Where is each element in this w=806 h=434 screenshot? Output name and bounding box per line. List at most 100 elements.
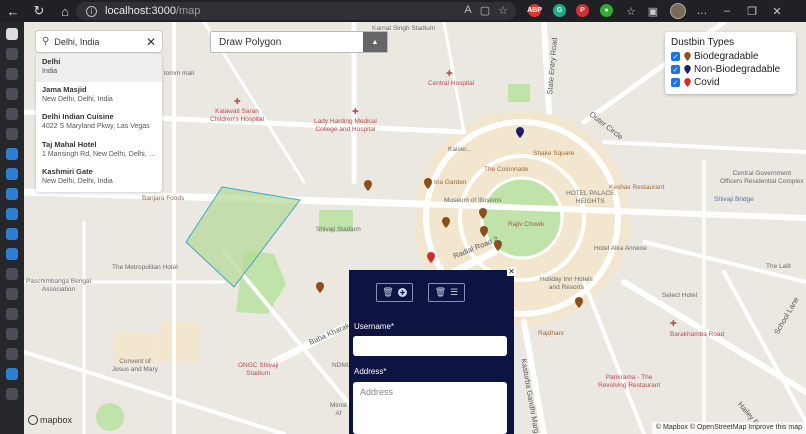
map-label-kaiser: Kaiser... [448,146,472,153]
map-label-tomm: tomm mall [164,70,194,77]
hospital-icon: ✚ [670,319,677,328]
sidebar-active-icon[interactable] [6,368,18,380]
reload-icon[interactable]: ↻ [26,0,52,22]
legend-item-non-biodegradable[interactable]: ✓ Non-Biodegradable [671,63,790,76]
delete-list-button[interactable]: 🗑 ☰ [428,283,465,302]
map-label-central-gov: Central Government Officers Residential … [720,170,804,185]
draw-mode-label: Draw Polygon [219,36,282,48]
search-suggestions: Delhi India Jama Masjid New Delhi, Delhi… [36,54,162,192]
username-label: Username* [354,322,395,331]
hospital-icon: ✚ [446,69,453,78]
extension-adblock-icon[interactable]: ABP [527,4,542,17]
location-search[interactable]: ⚲ Delhi, India ✕ [36,31,162,52]
delete-add-button[interactable]: 🗑 [376,283,413,302]
map-label-palace: HOTEL PALACE HEIGHTS [566,190,615,205]
map-label-holiday-inn: Holiday Inn Hotels and Resorts [540,276,593,291]
collections-icon[interactable]: ▣ [646,4,660,18]
minimize-icon[interactable]: – [720,4,734,18]
map-label-shivaji-bridge: Shivaji Bridge [714,196,754,203]
app-icon[interactable]: ▢ [480,4,490,17]
dustbin-legend: Dustbin Types ✓ Biodegradable ✓ Non-Biod… [665,32,796,94]
sidebar-file-icon[interactable] [6,308,18,320]
sidebar-app-icon[interactable] [6,188,18,200]
sidebar-tabs-icon[interactable] [6,28,18,40]
profile-avatar[interactable] [670,3,686,19]
suggestion-item[interactable]: Kashmiri Gate New Delhi, Delhi, India [36,164,162,192]
map-label-barakhamba: Barakhamba Road [670,331,725,338]
favorites-icon[interactable]: ☆ [624,4,638,18]
sidebar-app-icon[interactable] [6,248,18,260]
map-label-kalawati: Kalawati Saran Children's Hospital [210,108,264,123]
sidebar-app-icon[interactable] [6,88,18,100]
map-label-colonnade: The Colonnade [484,166,529,173]
mapbox-icon [28,415,38,425]
map-label-banjara: Banjara Foods [142,195,185,202]
extension-green-icon[interactable]: ● [600,4,613,17]
checkbox-checked[interactable]: ✓ [671,78,680,87]
info-icon[interactable]: i [86,5,97,17]
legend-title: Dustbin Types [671,37,735,48]
mapbox-logo[interactable]: mapbox [28,415,72,425]
map-label-rajdhani: Rajdhani [538,330,564,337]
map-label-convent: Convent of Jesus and Mary [112,358,158,373]
clear-icon[interactable]: ✕ [146,35,156,49]
more-icon[interactable]: … [695,4,709,18]
sidebar-app-icon[interactable] [6,268,18,280]
legend-item-biodegradable[interactable]: ✓ Biodegradable [671,50,790,63]
map-label-ongc: ONGC Shivaji Stadium [238,362,279,377]
legend-item-covid[interactable]: ✓ Covid [671,76,790,89]
close-icon[interactable]: ✕ [507,267,516,276]
read-aloud-icon[interactable]: A [464,4,471,17]
browser-sidebar [0,22,24,434]
restore-icon[interactable]: ❐ [745,4,759,18]
map-label-lady-harding: Lady Harding Medical College and Hospita… [314,118,377,133]
suggestion-item[interactable]: Taj Mahal Hotel 1 Mansingh Rd, New Delhi… [36,137,162,165]
sidebar-github-icon[interactable] [6,108,18,120]
extension-grammarly-icon[interactable]: G [553,4,566,17]
suggestion-item[interactable]: Delhi India [36,54,162,82]
sidebar-app-icon[interactable] [6,148,18,160]
map-label-metropolitan: The Metropolitan Hotel [112,264,178,271]
caret-up-icon[interactable]: ▲ [363,32,387,52]
map-label-central-hospital: Central Hospital [428,80,475,87]
sidebar-file-icon[interactable] [6,288,18,300]
sidebar-add-icon[interactable] [6,388,18,400]
hospital-icon: ✚ [234,97,241,106]
map-attribution[interactable]: © Mapbox © OpenStreetMap Improve this ma… [651,422,806,434]
sidebar-app-icon[interactable] [6,48,18,60]
browser-toolbar: ← ↻ ⌂ i localhost:3000/map A ▢ ☆ ABP G P ●… [0,0,806,22]
suggestion-item[interactable]: Jama Masjid New Delhi, Delhi, India [36,82,162,110]
map-label-shivaji-stadium: Shivaji Stadium [316,226,361,233]
draw-mode-select[interactable]: Draw Polygon ▲ [210,31,388,53]
username-input[interactable] [353,336,507,356]
url-path: /map [175,5,201,17]
address-input[interactable] [353,382,507,434]
sidebar-app-icon[interactable] [6,208,18,220]
address-bar[interactable]: i localhost:3000/map A ▢ ☆ [76,2,516,20]
map-label-hotel-alka: Hotel Alka Annexe [594,245,647,252]
favorite-icon[interactable]: ☆ [498,4,508,17]
back-icon[interactable]: ← [0,0,26,22]
sidebar-file-icon[interactable] [6,348,18,360]
sidebar-file-icon[interactable] [6,328,18,340]
address-label: Address* [354,367,387,376]
map-label-shake-square: Shake Square [533,150,575,157]
sidebar-app-icon[interactable] [6,168,18,180]
close-window-icon[interactable]: ✕ [770,4,784,18]
sidebar-app-icon[interactable] [6,228,18,240]
checkbox-checked[interactable]: ✓ [671,65,680,74]
hospital-icon: ✚ [352,107,359,116]
sidebar-app-icon[interactable] [6,128,18,140]
list-icon: ☰ [450,287,459,297]
extension-pinterest-icon[interactable]: P [576,4,589,17]
checkbox-checked[interactable]: ✓ [671,52,680,61]
sidebar-github-icon[interactable] [6,68,18,80]
search-input[interactable]: Delhi, India [54,37,146,47]
map-label-bengali: Paschimbanga Bengal Association [26,278,92,293]
map-label-select-hotel: Select Hotel [662,292,698,299]
search-icon: ⚲ [42,36,50,47]
suggestion-item[interactable]: Delhi Indian Cuisine 4022 S Maryland Pkw… [36,109,162,137]
home-icon[interactable]: ⌂ [52,0,78,22]
trash-icon: 🗑 [382,287,394,297]
map-label-ina: Ina Garden [434,179,467,186]
